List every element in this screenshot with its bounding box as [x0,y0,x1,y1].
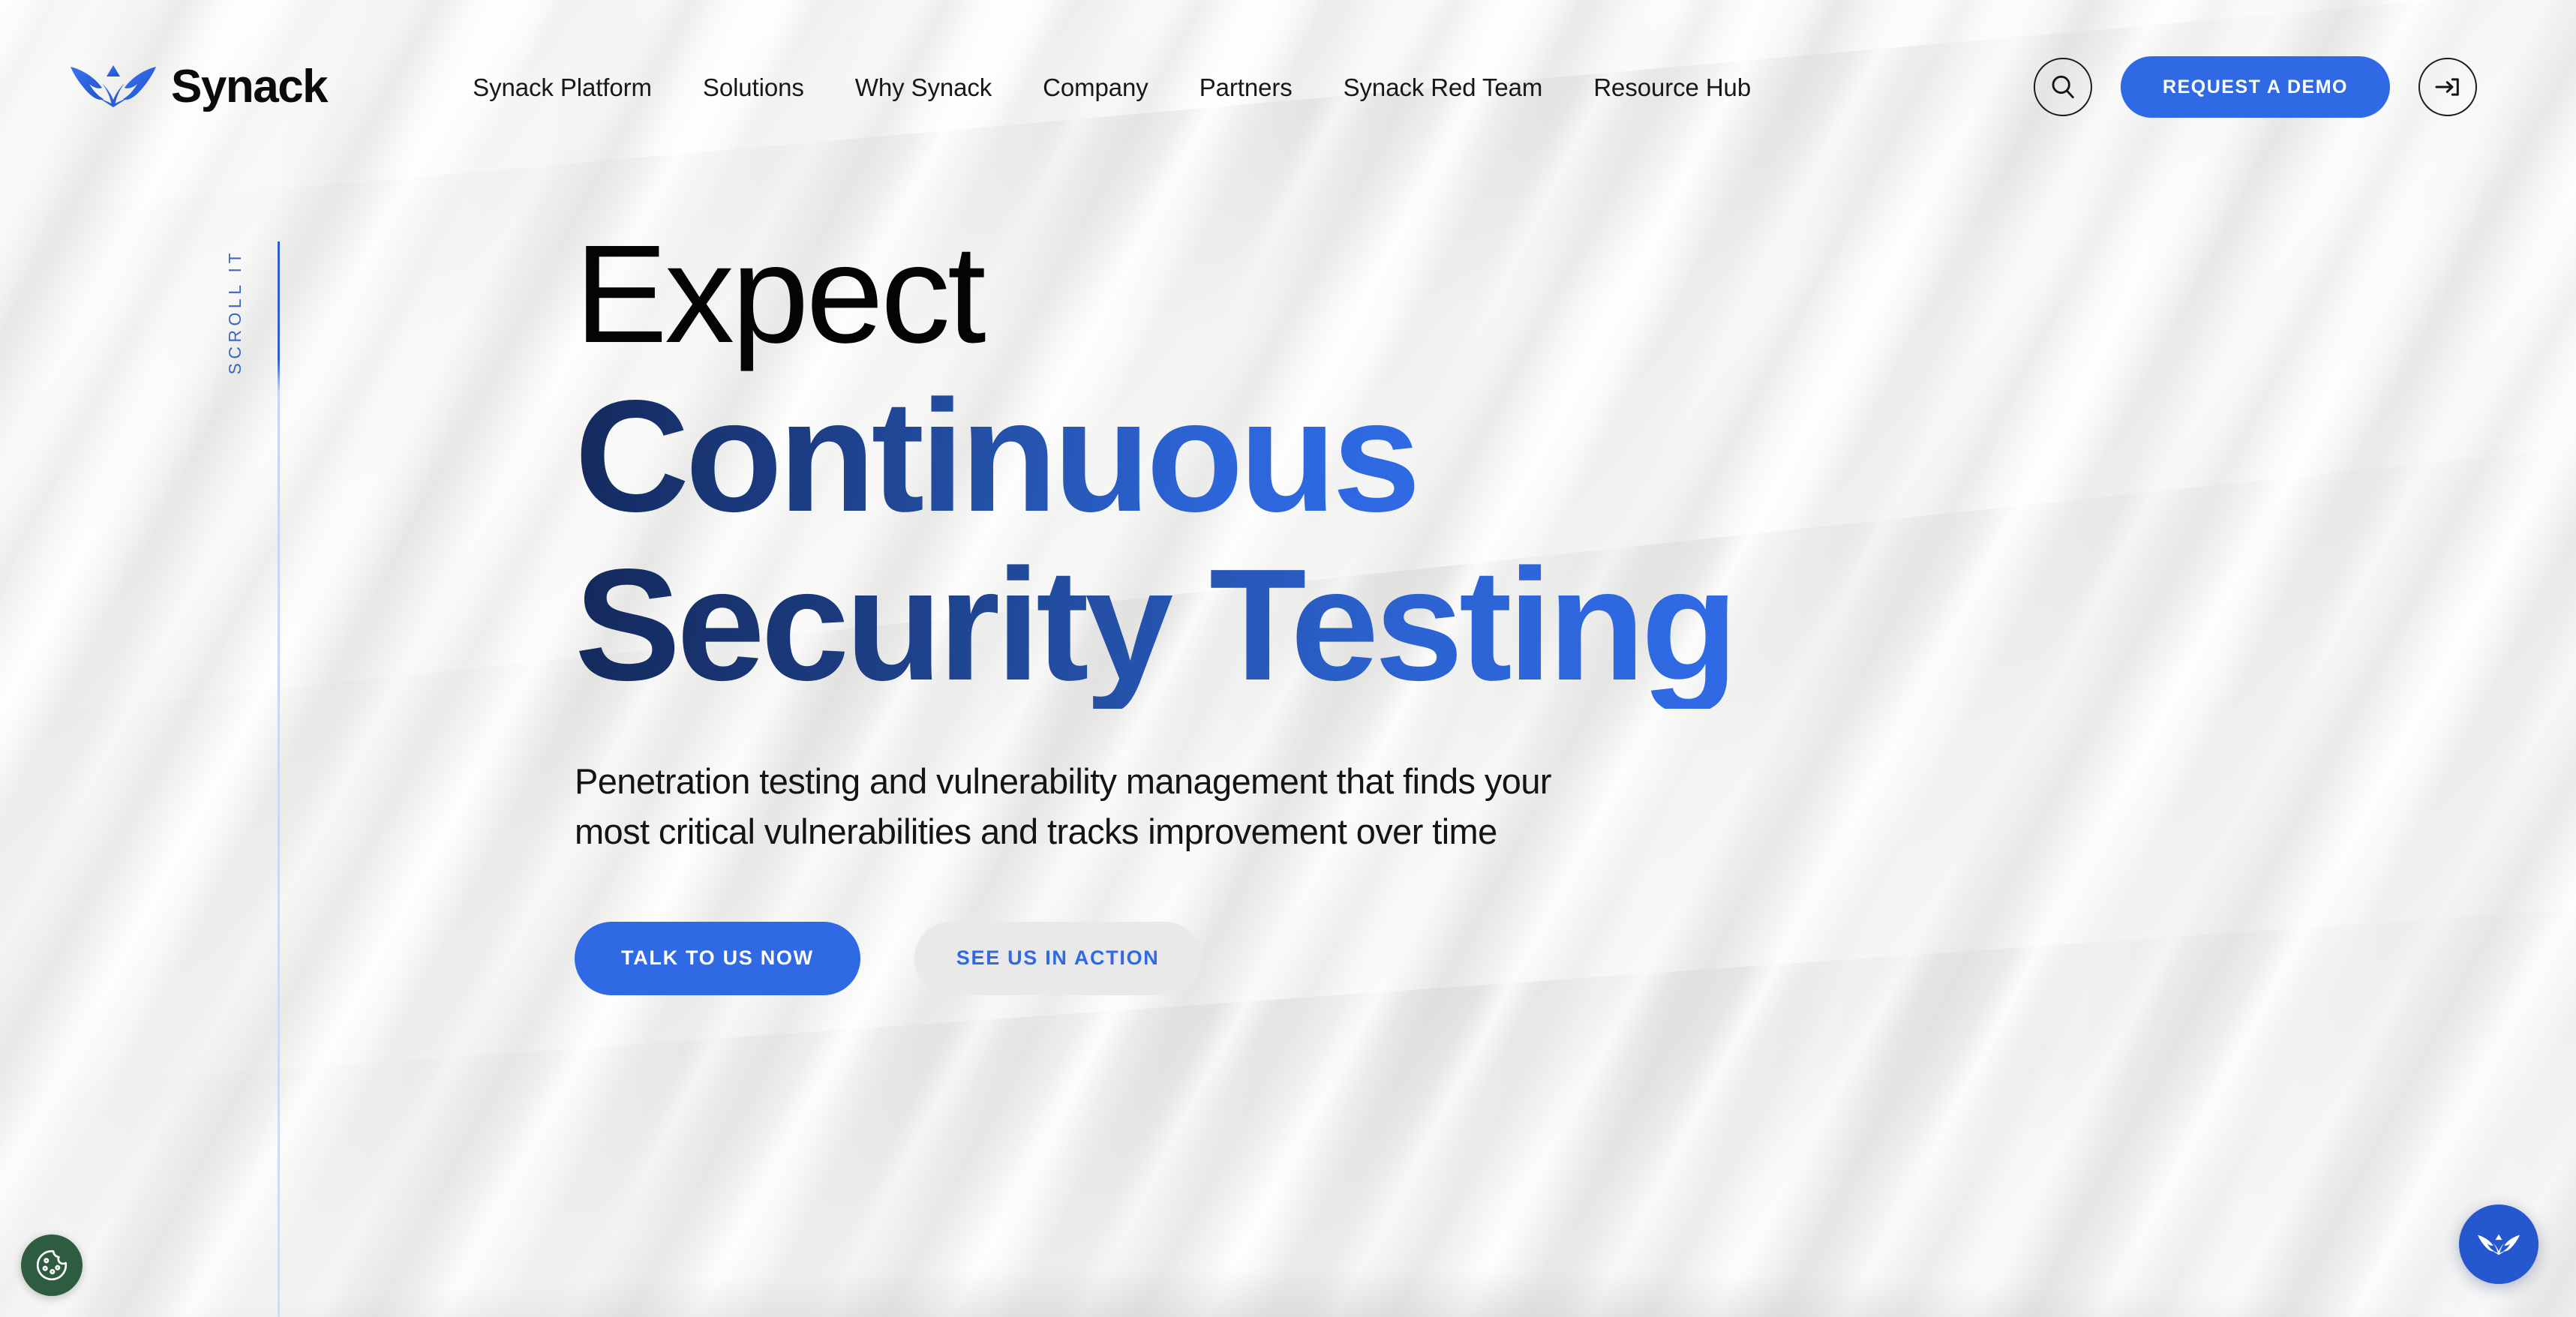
primary-navigation: Synack Platform Solutions Why Synack Com… [447,58,1776,112]
hero-cta-group: TALK TO US NOW SEE US IN ACTION [575,921,2375,995]
scroll-indicator-label[interactable]: SCROLL IT [225,249,245,375]
login-arrow-icon [2435,78,2459,96]
brand-wordmark: Synack [171,61,329,112]
brand-logo[interactable]: Synack [69,58,329,112]
hero-headline-line-3: Security Testing [575,535,1738,713]
login-button[interactable] [2418,58,2477,116]
nav-item-synack-platform[interactable]: Synack Platform [447,66,677,110]
search-icon [2052,75,2074,99]
synack-wing-logo-icon [2477,1234,2520,1256]
see-us-in-action-button[interactable]: SEE US IN ACTION [914,921,1202,995]
talk-to-us-now-button[interactable]: TALK TO US NOW [575,921,860,995]
hero-headline-line-2: Continuous [575,367,1421,544]
cookie-icon [36,1250,68,1281]
nav-item-partners[interactable]: Partners [1174,66,1318,110]
chat-widget-button[interactable] [2459,1204,2538,1284]
cookie-settings-button[interactable] [21,1234,83,1296]
nav-item-synack-red-team[interactable]: Synack Red Team [1318,66,1569,110]
scroll-indicator[interactable]: SCROLL IT [225,242,293,1317]
scroll-progress-line [278,242,280,1317]
nav-item-why-synack[interactable]: Why Synack [830,66,1017,110]
header-actions: REQUEST A DEMO [2034,56,2477,118]
hero-subtitle-line-1: Penetration testing and vulnerability ma… [575,761,1552,802]
hero-section: Expect Continuous Security Testing Penet… [575,225,2375,995]
nav-item-company[interactable]: Company [1017,66,1174,110]
hero-headline-line-1: Expect [575,217,986,372]
nav-item-solutions[interactable]: Solutions [677,66,830,110]
nav-item-resource-hub[interactable]: Resource Hub [1568,66,1776,110]
search-button[interactable] [2034,58,2093,116]
page-root: Synack Synack Platform Solutions Why Syn… [0,0,2576,1317]
hero-subtitle-line-2: most critical vulnerabilities and tracks… [575,812,1497,852]
synack-wing-logo-icon [69,61,158,110]
hero-subtitle: Penetration testing and vulnerability ma… [575,757,1895,856]
request-demo-button[interactable]: REQUEST A DEMO [2121,56,2390,118]
site-header: Synack Synack Platform Solutions Why Syn… [0,0,2576,210]
